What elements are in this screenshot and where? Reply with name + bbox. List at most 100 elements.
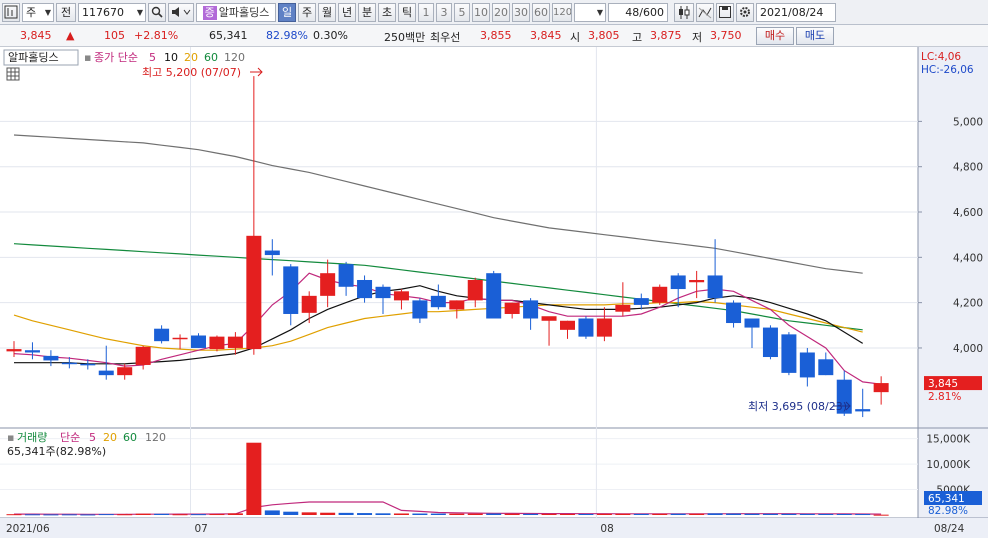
speaker-icon[interactable] bbox=[168, 3, 194, 22]
stock-chart[interactable]: 4,0004,2004,4004,6004,8005,0005000K10,00… bbox=[0, 47, 988, 538]
candle bbox=[172, 337, 188, 340]
volume-bar bbox=[781, 513, 797, 515]
period-day[interactable]: 일 bbox=[278, 3, 296, 22]
volume-bar bbox=[596, 513, 612, 515]
volume-tick-label: 10,000K bbox=[926, 459, 971, 471]
ma-period-120: 120 bbox=[224, 51, 245, 64]
count-field[interactable]: 48/600 bbox=[608, 3, 668, 22]
volume-bar bbox=[430, 513, 446, 515]
volume-bar bbox=[320, 512, 336, 515]
prev-button[interactable]: 전 bbox=[56, 3, 76, 22]
candle bbox=[762, 327, 778, 358]
volume-bar bbox=[393, 513, 409, 515]
candle bbox=[652, 286, 668, 303]
volume-bar bbox=[836, 513, 852, 515]
volume-current-text: 65,341주(82.98%) bbox=[7, 445, 106, 458]
interval-30[interactable]: 30 bbox=[512, 3, 530, 22]
cross-line-icon[interactable] bbox=[696, 3, 714, 22]
candle bbox=[61, 362, 77, 365]
chevron-down-icon: ▼ bbox=[136, 8, 143, 17]
grid-icon[interactable] bbox=[6, 67, 20, 81]
candle bbox=[523, 300, 539, 319]
interval-120[interactable]: 120 bbox=[552, 3, 572, 22]
volume-bar bbox=[301, 512, 317, 515]
buy-button[interactable]: 매수 bbox=[756, 27, 794, 45]
volume-bar bbox=[227, 513, 243, 515]
candle bbox=[504, 302, 520, 314]
gear-icon[interactable] bbox=[736, 3, 754, 22]
date-field[interactable]: 2021/08/24 bbox=[756, 3, 836, 22]
candle bbox=[486, 273, 502, 319]
interval-10[interactable]: 10 bbox=[472, 3, 490, 22]
candle bbox=[80, 363, 96, 366]
candle bbox=[283, 266, 299, 314]
stock-code-input[interactable]: 117670 ▼ bbox=[78, 3, 146, 22]
stock-name-field[interactable]: 증 알파홀딩스 bbox=[196, 3, 276, 22]
volume-ratio: 82.98% bbox=[266, 29, 308, 42]
period-year[interactable]: 년 bbox=[338, 3, 356, 22]
candle bbox=[338, 264, 354, 287]
low-label: 저 bbox=[692, 31, 703, 44]
candle bbox=[43, 355, 59, 361]
save-icon[interactable] bbox=[716, 3, 734, 22]
interval-20[interactable]: 20 bbox=[492, 3, 510, 22]
interval-3[interactable]: 3 bbox=[436, 3, 452, 22]
market-select[interactable]: 주 ▼ bbox=[22, 3, 54, 22]
period-week[interactable]: 주 bbox=[298, 3, 316, 22]
volume-bar bbox=[744, 513, 760, 515]
volume-bar bbox=[873, 514, 889, 516]
x-axis-panel bbox=[0, 518, 988, 538]
candle bbox=[301, 295, 317, 313]
price-ma-label: 종가 단순 bbox=[94, 51, 138, 64]
period-minute[interactable]: 분 bbox=[358, 3, 376, 22]
volume-bar bbox=[412, 513, 428, 515]
market-select-value: 주 bbox=[26, 6, 37, 19]
current-pct-label: 2.81% bbox=[928, 391, 961, 403]
period-tick[interactable]: 틱 bbox=[398, 3, 416, 22]
candle bbox=[264, 250, 280, 256]
price-change-pct: +2.81% bbox=[134, 29, 179, 42]
interval-1[interactable]: 1 bbox=[418, 3, 434, 22]
candle bbox=[246, 235, 262, 350]
ma-period-10: 10 bbox=[164, 51, 178, 64]
max-annotation: 최고 5,200 (07/07) bbox=[142, 66, 241, 79]
volume-bar bbox=[560, 513, 575, 515]
volume-bar bbox=[209, 514, 225, 516]
count-total: /600 bbox=[639, 6, 664, 19]
volume-bar bbox=[80, 514, 96, 516]
price-tick-label: 4,000 bbox=[953, 343, 983, 355]
chart-window-icon[interactable] bbox=[2, 3, 20, 22]
quote-bar: 3,845 ▲ 105 +2.81% 65,341 82.98% 0.30% 2… bbox=[0, 25, 988, 47]
stock-badge: 증 bbox=[202, 6, 217, 20]
candle bbox=[227, 336, 243, 348]
volume-bar bbox=[61, 514, 77, 516]
volume-bar bbox=[246, 442, 262, 515]
candle bbox=[726, 302, 742, 324]
interval-5[interactable]: 5 bbox=[454, 3, 470, 22]
candle bbox=[375, 286, 391, 299]
low-price: 3,750 bbox=[710, 29, 742, 42]
interval-custom-select[interactable]: ▼ bbox=[574, 3, 606, 22]
x-tick-label: 2021/06 bbox=[6, 523, 50, 535]
volume-bar bbox=[24, 514, 40, 516]
stock-name: 알파홀딩스 bbox=[218, 6, 270, 19]
current-volume-pct-label: 82.98% bbox=[928, 505, 968, 517]
search-icon[interactable] bbox=[148, 3, 166, 22]
candle bbox=[117, 367, 133, 376]
candle bbox=[560, 320, 575, 330]
volume-bar bbox=[449, 513, 465, 515]
stock-code-value: 117670 bbox=[82, 6, 124, 19]
vol-ma-20: 20 bbox=[103, 431, 117, 444]
x-tick-label: 07 bbox=[195, 523, 208, 535]
candle-type-icon[interactable] bbox=[674, 3, 694, 22]
volume-bar bbox=[707, 513, 723, 515]
period-second[interactable]: 초 bbox=[378, 3, 396, 22]
current-volume-tag-label: 65,341 bbox=[928, 493, 965, 505]
candle bbox=[855, 409, 871, 412]
interval-60[interactable]: 60 bbox=[532, 3, 550, 22]
x-tick-label: 08/24 bbox=[934, 523, 965, 535]
candle bbox=[541, 316, 557, 321]
volume-bar bbox=[762, 513, 778, 515]
period-month[interactable]: 월 bbox=[318, 3, 336, 22]
sell-button[interactable]: 매도 bbox=[796, 27, 834, 45]
